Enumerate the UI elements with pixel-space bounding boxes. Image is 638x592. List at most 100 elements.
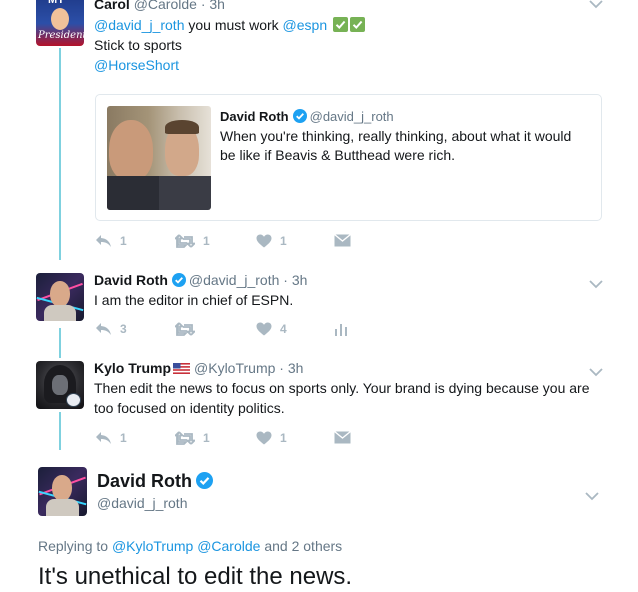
thread-line <box>59 328 61 358</box>
avatar[interactable] <box>36 273 84 321</box>
tweet-actions: 1 1 1 <box>95 431 355 451</box>
quoted-header: David Roth @david_j_roth <box>220 107 394 126</box>
avatar-badge <box>66 393 81 407</box>
verified-badge-icon <box>292 109 307 123</box>
avatar-face <box>51 8 69 30</box>
reply-button[interactable]: 1 <box>95 234 127 248</box>
quoted-tweet[interactable]: David Roth @david_j_roth When you're thin… <box>95 94 602 221</box>
author-name[interactable]: David Roth <box>94 272 168 288</box>
avatar-text-top: MY <box>48 0 65 6</box>
direct-message-button[interactable] <box>334 234 351 247</box>
author-handle[interactable]: @david_j_roth <box>189 272 280 288</box>
avatar-face <box>52 475 72 501</box>
reply-count: 3 <box>120 322 127 336</box>
like-button[interactable]: 1 <box>256 431 287 445</box>
tweet-text: I am the editor in chief of ESPN. <box>94 292 294 308</box>
avatar-body <box>46 499 79 516</box>
replying-suffix[interactable]: and 2 others <box>260 538 342 554</box>
mention-link[interactable]: @david_j_roth <box>94 17 185 33</box>
avatar[interactable] <box>36 361 84 409</box>
author-handle[interactable]: @david_j_roth <box>310 109 394 124</box>
heart-icon <box>256 431 272 445</box>
photo-person-suit <box>159 176 211 210</box>
avatar-text-bottom: President <box>38 30 84 41</box>
author-handle[interactable]: @KyloTrump <box>194 360 275 376</box>
analytics-icon <box>335 324 347 336</box>
like-button[interactable]: 1 <box>256 234 287 248</box>
direct-message-button[interactable] <box>334 431 351 444</box>
main-tweet-header: David Roth <box>97 470 216 492</box>
tweet-text-line: Then edit the news to focus on sports on… <box>94 380 590 396</box>
thread-line <box>59 48 61 260</box>
main-tweet-text: It's unethical to edit the news. <box>38 563 353 590</box>
like-button[interactable]: 4 <box>256 322 287 336</box>
time-separator: · <box>279 360 284 376</box>
author-name[interactable]: David Roth <box>97 471 192 491</box>
tweet-header: Kylo Trump @KyloTrump · 3h <box>94 359 303 378</box>
tweet-text-line: Stick to sports <box>94 37 182 53</box>
retweet-icon <box>175 431 195 445</box>
mention-link[interactable]: @KyloTrump <box>112 538 193 554</box>
us-flag-icon <box>173 363 191 374</box>
tweet-header: David Roth @david_j_roth · 3h <box>94 271 307 290</box>
reply-button[interactable]: 3 <box>95 322 127 336</box>
chevron-down-icon[interactable] <box>589 364 603 380</box>
tweet-actions: 3 4 <box>95 322 355 342</box>
avatar[interactable]: MY President <box>36 0 84 46</box>
timestamp[interactable]: 3h <box>209 0 225 12</box>
author-name[interactable]: Kylo Trump <box>94 360 171 376</box>
replying-to: Replying to @KyloTrump @Carolde and 2 ot… <box>38 537 342 556</box>
thread-line <box>59 412 61 450</box>
author-name[interactable]: Carol <box>94 0 130 12</box>
envelope-icon <box>334 234 351 247</box>
reply-icon <box>96 432 111 444</box>
time-separator: · <box>200 0 206 12</box>
tweet-text-line: too focused on identity politics. <box>94 400 285 416</box>
chevron-down-icon[interactable] <box>589 276 603 292</box>
author-handle[interactable]: @Carolde <box>134 0 197 12</box>
avatar-body <box>44 305 76 321</box>
heart-icon <box>256 234 272 248</box>
chevron-down-icon[interactable] <box>585 488 599 504</box>
quoted-text-line: be like if Beavis & Butthead were rich. <box>220 147 456 163</box>
retweet-count: 1 <box>203 431 210 445</box>
photo-person <box>109 120 153 180</box>
check-mark-icon <box>350 17 365 32</box>
photo-person-suit <box>107 176 167 210</box>
retweet-button[interactable]: 1 <box>175 234 210 248</box>
like-count: 1 <box>280 234 287 248</box>
reply-count: 1 <box>120 431 127 445</box>
like-count: 4 <box>280 322 287 336</box>
mention-link[interactable]: @HorseShort <box>94 56 179 75</box>
envelope-icon <box>334 431 351 444</box>
time-separator: · <box>283 272 288 288</box>
retweet-icon <box>175 234 195 248</box>
verified-badge-icon <box>171 273 186 287</box>
retweet-button[interactable]: 1 <box>175 431 210 445</box>
timestamp[interactable]: 3h <box>288 360 304 376</box>
chevron-down-icon[interactable] <box>589 0 603 12</box>
avatar-mask <box>52 375 68 395</box>
quoted-image <box>107 106 211 210</box>
timestamp[interactable]: 3h <box>292 272 308 288</box>
author-name[interactable]: David Roth <box>220 109 289 124</box>
check-mark-icon <box>333 17 348 32</box>
replying-prefix: Replying to <box>38 538 112 554</box>
mention-link[interactable]: @espn <box>283 17 328 33</box>
analytics-button[interactable] <box>334 322 348 336</box>
retweet-icon <box>175 322 195 336</box>
reply-button[interactable]: 1 <box>95 431 127 445</box>
mention-link[interactable]: @Carolde <box>197 538 260 554</box>
retweet-count: 1 <box>203 234 210 248</box>
like-count: 1 <box>280 431 287 445</box>
verified-badge-icon <box>196 472 214 489</box>
avatar-face <box>50 281 70 307</box>
retweet-button[interactable] <box>175 322 203 336</box>
author-handle[interactable]: @david_j_roth <box>97 494 188 513</box>
tweet-header: Carol @Carolde · 3h <box>94 0 225 14</box>
reply-icon <box>96 235 111 247</box>
tweet-text-segment: you must work <box>184 17 283 33</box>
avatar[interactable] <box>38 467 87 516</box>
quoted-text-line: When you're thinking, really thinking, a… <box>220 128 572 144</box>
photo-person-hair <box>165 120 199 134</box>
